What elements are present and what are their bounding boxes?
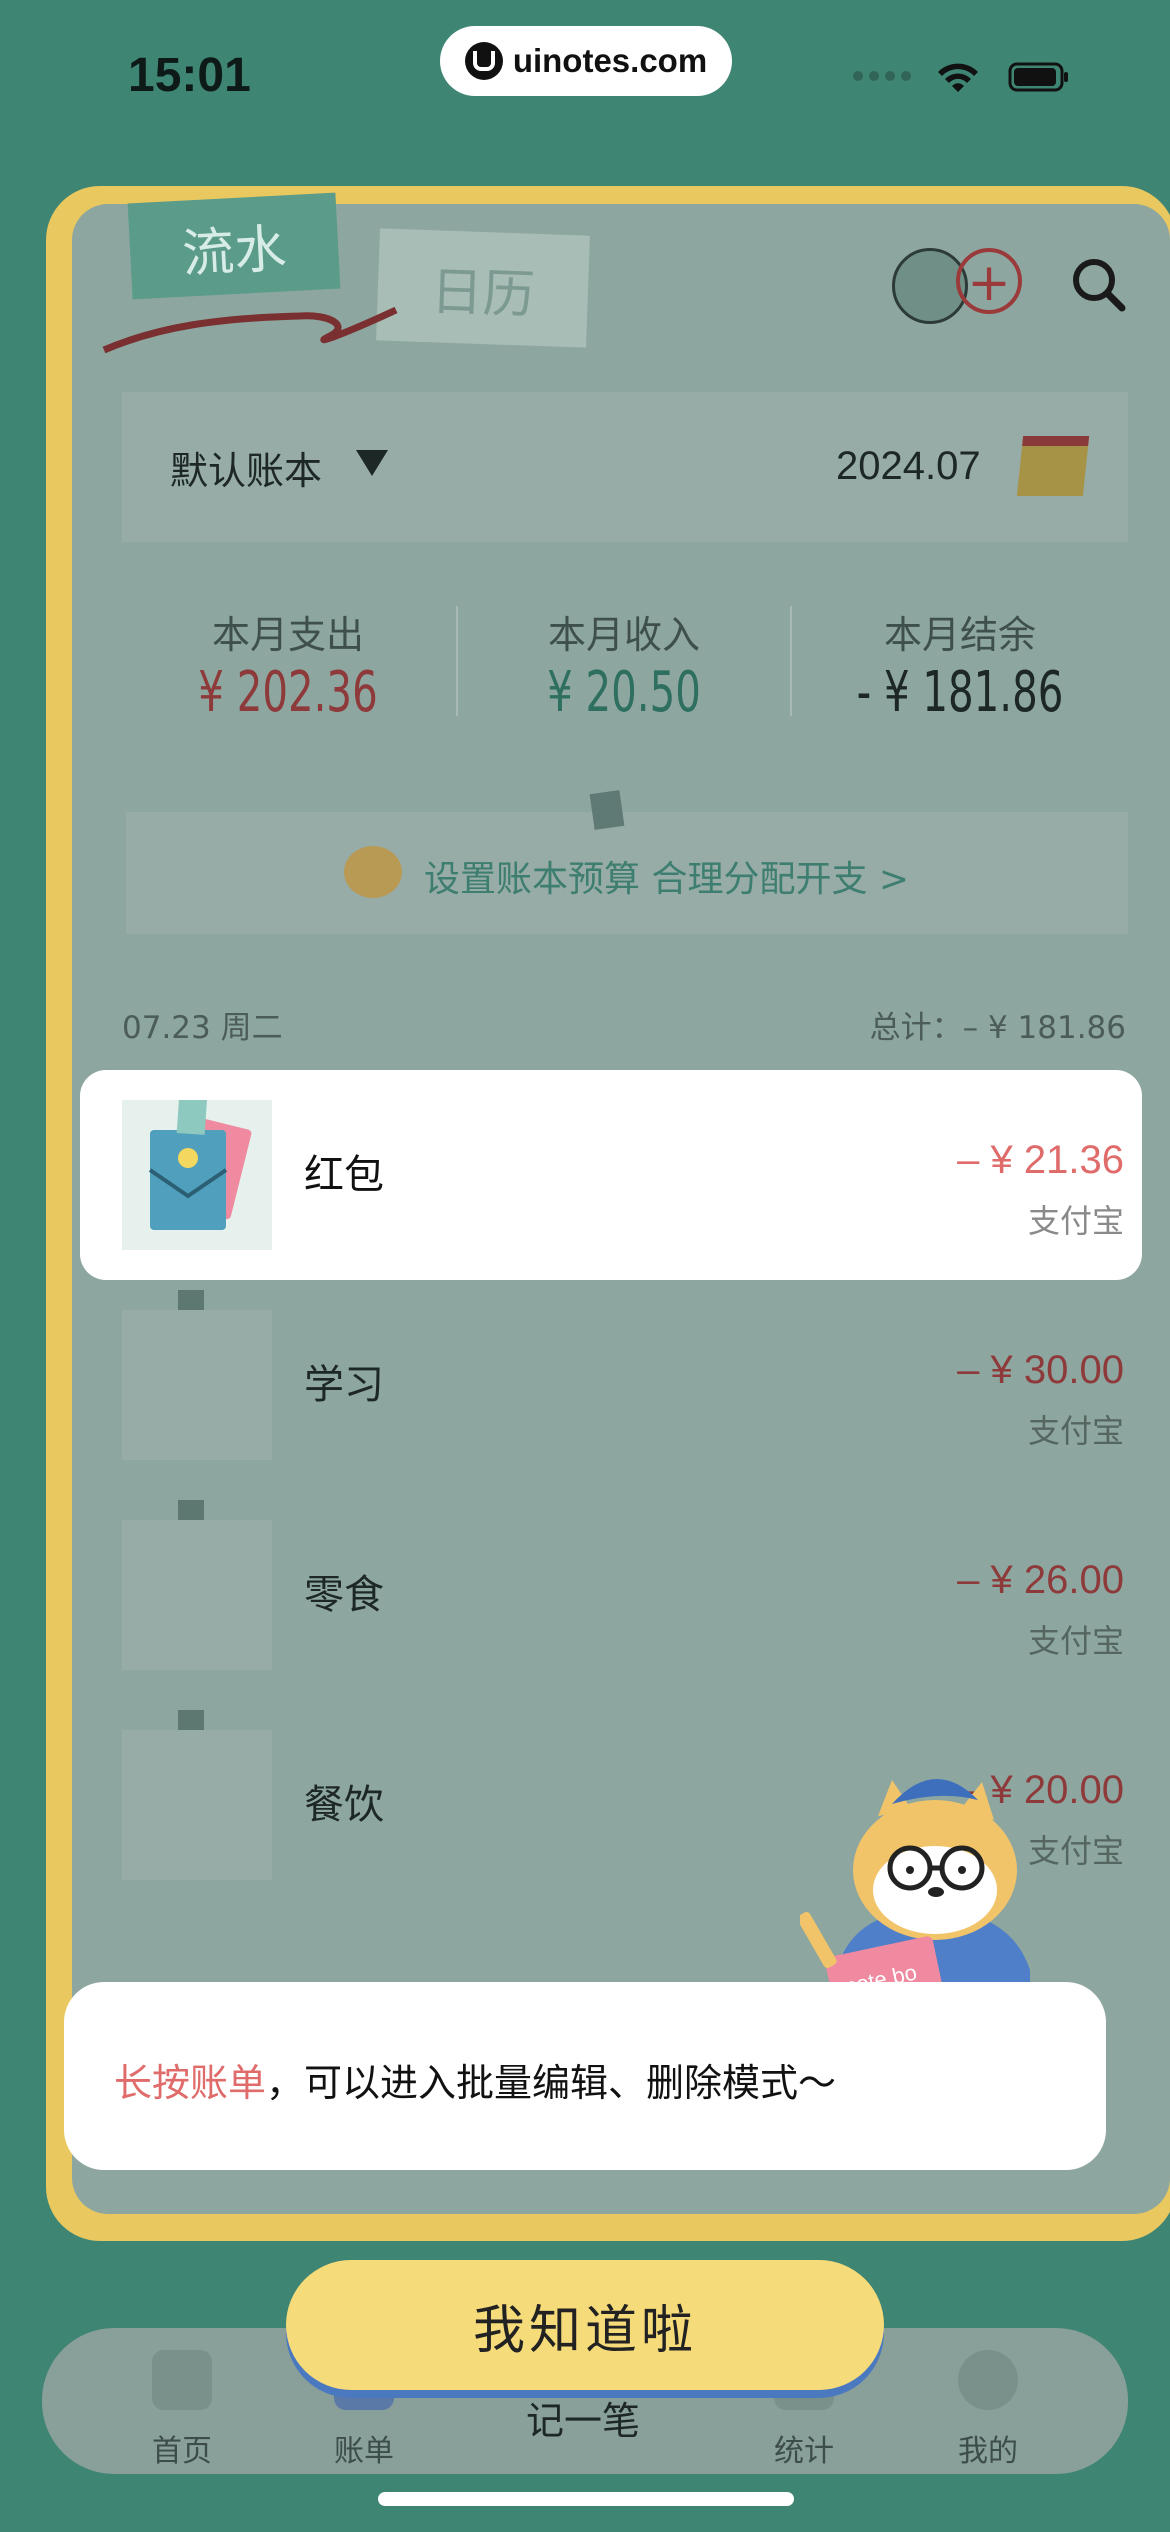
status-time: 15:01 xyxy=(128,49,251,102)
calendar-icon[interactable] xyxy=(1016,436,1090,496)
income-label: 本月收入 xyxy=(547,613,700,657)
day-total: 总计：– ¥ 181.86 xyxy=(869,1010,1126,1046)
book-name[interactable]: 默认账本 xyxy=(170,440,322,495)
tab-stats[interactable]: 统计 xyxy=(744,2426,864,2470)
divider xyxy=(456,606,458,716)
tip-highlight: 长按账单 xyxy=(114,2061,267,2105)
transaction-pay-method: 支付宝 xyxy=(1027,1622,1124,1660)
scribble-underline xyxy=(102,306,398,354)
budget-text[interactable]: 设置账本预算 合理分配开支 > xyxy=(424,850,909,902)
status-icons xyxy=(853,62,1068,92)
expense-label: 本月支出 xyxy=(211,613,364,657)
income-value: ¥ 20.50 xyxy=(547,660,701,725)
url-pill: uinotes.com xyxy=(440,26,732,96)
transaction-name: 学习 xyxy=(304,1362,384,1408)
tab-home[interactable]: 首页 xyxy=(122,2426,242,2470)
profile-icon[interactable] xyxy=(958,2350,1018,2410)
transaction-row-highlighted[interactable]: 红包 – ¥ 21.36 支付宝 xyxy=(80,1070,1142,1280)
tab-add-record[interactable]: 记一笔 xyxy=(526,2390,640,2445)
transaction-row[interactable]: 学习 – ¥ 30.00 支付宝 xyxy=(80,1280,1142,1490)
transaction-amount: – ¥ 26.00 xyxy=(957,1558,1124,1602)
tab-mine[interactable]: 我的 xyxy=(928,2426,1048,2470)
shiba-mascot-icon: note bo xyxy=(800,1778,1030,2020)
add-member-icon[interactable]: + xyxy=(956,248,1022,314)
book-month[interactable]: 2024.07 xyxy=(836,444,981,489)
transaction-amount: – ¥ 21.36 xyxy=(957,1138,1124,1182)
tip-text: 长按账单，可以进入批量编辑、删除模式～ xyxy=(114,2052,836,2107)
burger-fries-icon xyxy=(122,1730,272,1880)
graduation-cap-icon xyxy=(122,1310,272,1460)
uinotes-logo-icon xyxy=(464,42,503,80)
tip-rest: ，可以进入批量编辑、删除模式～ xyxy=(266,2061,837,2105)
tab-calendar[interactable]: 日历 xyxy=(376,228,590,348)
red-envelope-icon xyxy=(122,1093,272,1250)
transaction-row[interactable]: 零食 – ¥ 26.00 支付宝 xyxy=(80,1490,1142,1700)
got-it-button[interactable]: 我知道啦 xyxy=(286,2260,884,2390)
search-icon[interactable] xyxy=(1070,256,1126,312)
transaction-pay-method: 支付宝 xyxy=(1027,1412,1124,1450)
transaction-amount: – ¥ 30.00 xyxy=(957,1348,1124,1392)
tape-pin xyxy=(589,790,625,830)
url-text: uinotes.com xyxy=(512,42,708,79)
transaction-name: 红包 xyxy=(304,1152,384,1198)
balance-label: 本月结余 xyxy=(883,613,1036,657)
expense-value: ¥ 202.36 xyxy=(198,660,378,725)
transaction-name: 零食 xyxy=(304,1572,384,1618)
home-indicator xyxy=(378,2492,794,2506)
balance-value: - ¥ 181.86 xyxy=(856,660,1064,725)
ice-cream-icon xyxy=(122,1520,272,1670)
transaction-pay-method: 支付宝 xyxy=(1027,1202,1124,1240)
caret-down-icon[interactable] xyxy=(356,450,388,476)
day-date: 07.23 周二 xyxy=(122,1010,283,1046)
transaction-name: 餐饮 xyxy=(304,1782,384,1828)
home-icon[interactable] xyxy=(152,2350,212,2410)
tab-bill[interactable]: 账单 xyxy=(304,2426,424,2470)
shiba-mascot-icon xyxy=(344,846,402,898)
tab-flow[interactable]: 流水 xyxy=(127,192,341,300)
divider xyxy=(790,606,792,716)
